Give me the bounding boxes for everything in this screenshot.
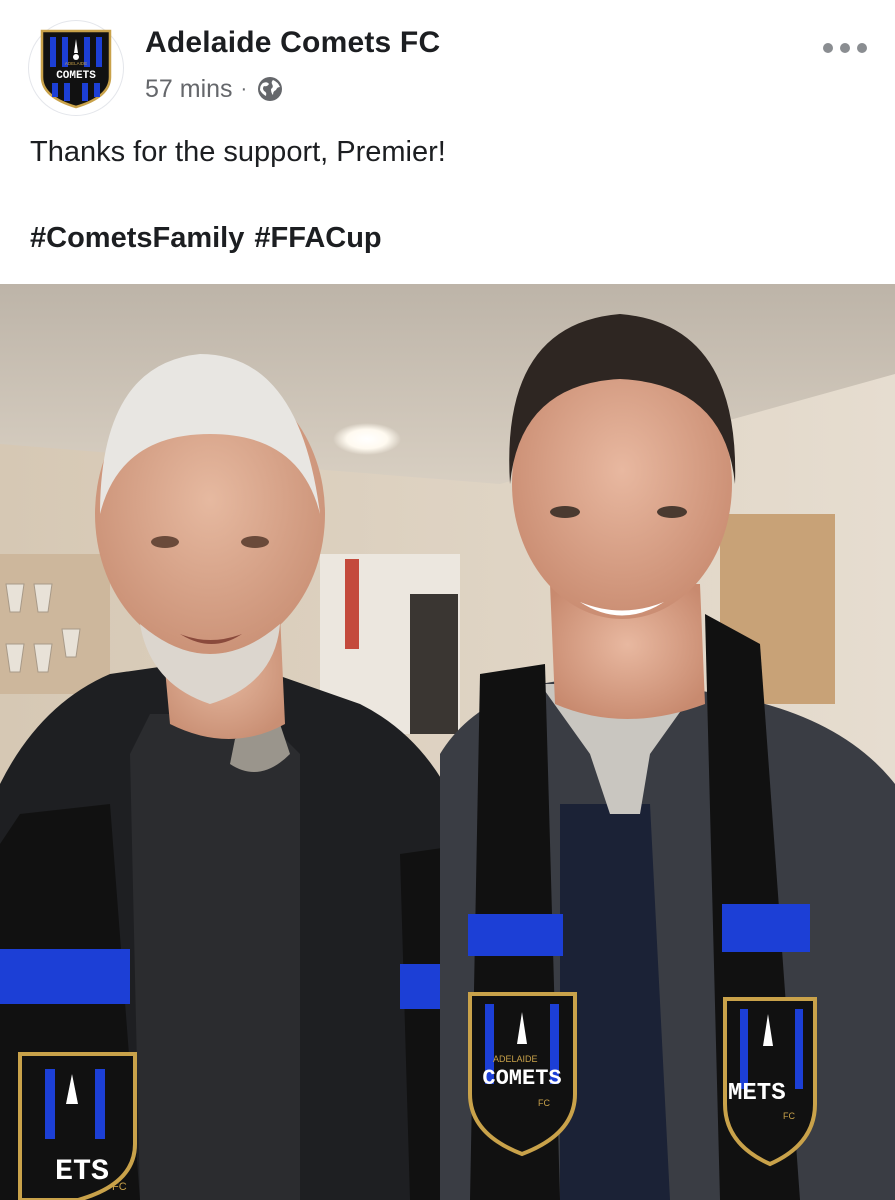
scarf-badge-middle-small: ADELAIDE <box>493 1054 538 1064</box>
post-timestamp[interactable]: 57 mins <box>145 75 233 104</box>
hashtag-link[interactable]: #FFACup <box>254 222 381 254</box>
logo-text: COMETS <box>56 70 96 82</box>
more-options-icon <box>857 43 867 53</box>
post-hashtags: #CometsFamily #FFACup <box>30 222 392 255</box>
meta-separator: · <box>240 77 248 100</box>
photo-illustration: ETS FC ADELAIDE COMETS FC METS FC <box>0 284 895 1200</box>
scarf-badge-left-text: ETS <box>55 1155 109 1189</box>
page-name[interactable]: Adelaide Comets FC <box>145 26 440 60</box>
scarf-badge-middle-fc: FC <box>538 1098 550 1108</box>
logo-small-text: ADELAIDE <box>65 61 87 66</box>
more-options-icon <box>840 43 850 53</box>
scarf-badge-right-small: FC <box>783 1111 795 1121</box>
more-options-icon <box>823 43 833 53</box>
page-avatar[interactable]: ADELAIDE COMETS <box>28 20 124 116</box>
post-header: ADELAIDE COMETS Adelaide Comets FC 57 mi… <box>0 0 895 125</box>
more-options-button[interactable] <box>823 34 867 62</box>
comets-crest-logo: ADELAIDE COMETS <box>40 29 112 109</box>
post-body-text: Thanks for the support, Premier! <box>30 136 446 168</box>
hashtag-link[interactable]: #CometsFamily <box>30 222 244 254</box>
post-photo[interactable]: ETS FC ADELAIDE COMETS FC METS FC <box>0 284 895 1200</box>
scarf-badge-left-small: FC <box>112 1181 127 1193</box>
globe-icon[interactable] <box>255 74 285 104</box>
post-meta: 57 mins · <box>145 72 285 106</box>
scarf-badge-middle-text: COMETS <box>482 1066 561 1091</box>
scarf-badge-right-text: METS <box>728 1080 786 1107</box>
